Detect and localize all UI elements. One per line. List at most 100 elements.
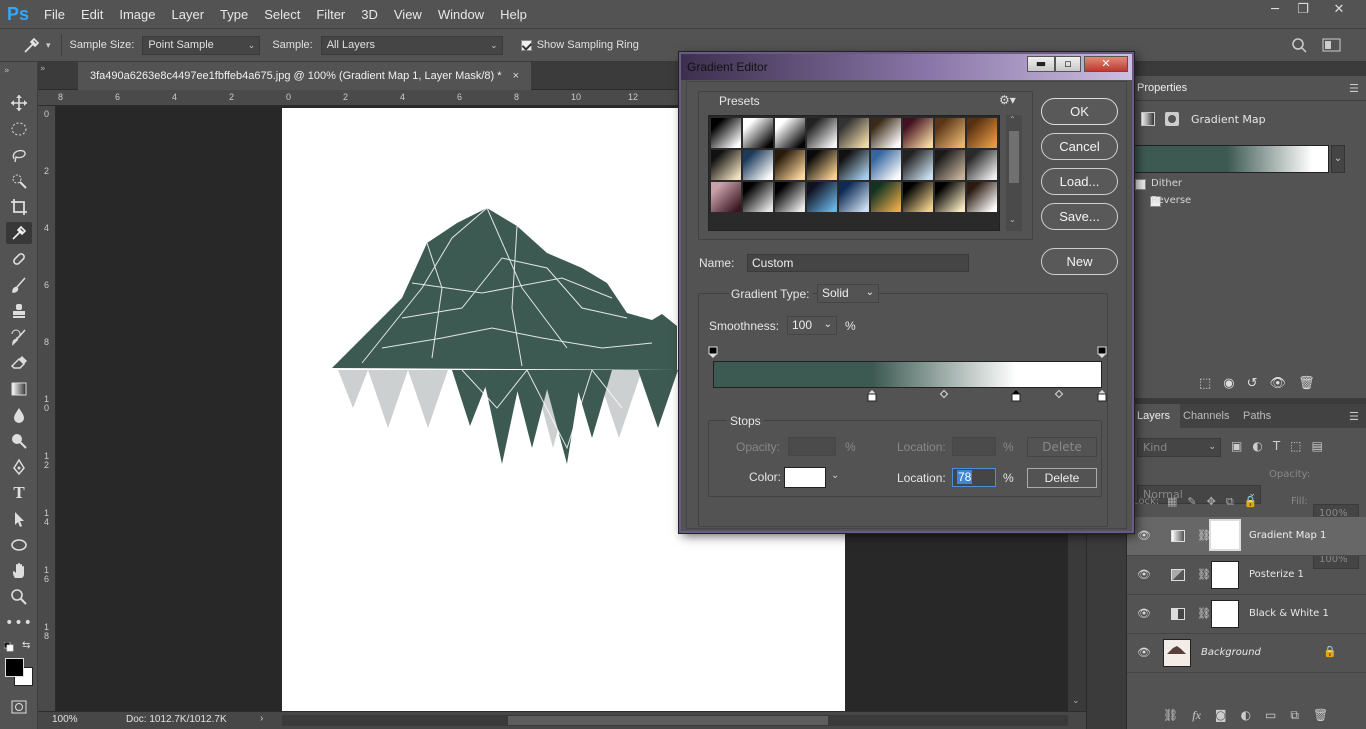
- view-previous-icon[interactable]: ◉: [1223, 376, 1234, 391]
- preset-swatch[interactable]: [743, 150, 773, 180]
- link-icon[interactable]: ⛓: [1197, 607, 1211, 620]
- color-delete-button[interactable]: Delete: [1027, 468, 1097, 488]
- load-button[interactable]: Load...: [1041, 168, 1118, 195]
- menu-layer[interactable]: Layer: [164, 7, 213, 22]
- menu-image[interactable]: Image: [111, 7, 163, 22]
- preset-swatch[interactable]: [711, 150, 741, 180]
- lock-position-icon[interactable]: ✥: [1207, 495, 1216, 509]
- scroll-down-arrow[interactable]: ⌄: [1072, 696, 1080, 706]
- smart-object-filter-icon[interactable]: ▤: [1312, 439, 1323, 453]
- workspace-icon[interactable]: [1322, 37, 1342, 53]
- type-tool-icon[interactable]: T: [6, 482, 32, 504]
- layer-row[interactable]: 👁 ⛓ Gradient Map 1: [1127, 517, 1366, 556]
- eye-icon[interactable]: 👁: [1137, 607, 1151, 620]
- preset-swatch[interactable]: [871, 150, 901, 180]
- layer-name[interactable]: Gradient Map 1: [1249, 530, 1326, 541]
- artboard-icon[interactable]: ⧉: [1226, 495, 1234, 509]
- color-swatch[interactable]: [784, 467, 826, 488]
- sample-select[interactable]: All Layers ⌄: [320, 35, 503, 55]
- dialog-maximize-button[interactable]: ▫: [1055, 56, 1081, 72]
- color-stop[interactable]: [1097, 389, 1107, 402]
- dialog-close-button[interactable]: ✕: [1084, 56, 1128, 72]
- preset-swatch[interactable]: [743, 118, 773, 148]
- default-colors-icon[interactable]: [3, 641, 14, 652]
- color-stop[interactable]: [867, 389, 877, 402]
- preset-swatch[interactable]: [871, 118, 901, 148]
- tab-channels[interactable]: Channels: [1173, 404, 1239, 428]
- fx-icon[interactable]: fx: [1192, 708, 1201, 723]
- horizontal-scrollbar[interactable]: [282, 715, 1068, 726]
- new-button[interactable]: New: [1041, 248, 1118, 275]
- preset-swatch[interactable]: [967, 150, 997, 180]
- shape-filter-icon[interactable]: ⬚: [1290, 439, 1301, 453]
- tab-close-icon[interactable]: ×: [513, 70, 519, 82]
- pixel-filter-icon[interactable]: ▣: [1231, 439, 1242, 453]
- gradient-tool-icon[interactable]: [6, 378, 32, 400]
- preset-swatch[interactable]: [903, 182, 933, 212]
- gradient-ramp[interactable]: [713, 361, 1102, 388]
- preset-swatch[interactable]: [807, 150, 837, 180]
- preset-swatch[interactable]: [967, 118, 997, 148]
- lock-all-icon[interactable]: 🔒: [1244, 495, 1258, 509]
- hand-tool-icon[interactable]: [6, 560, 32, 582]
- smoothness-field[interactable]: 100 ⌄: [787, 316, 837, 335]
- brush-tool-icon[interactable]: [6, 274, 32, 296]
- eyedropper-icon[interactable]: [22, 35, 44, 55]
- preset-swatch[interactable]: [775, 182, 805, 212]
- new-layer-icon[interactable]: ⧉: [1290, 708, 1299, 723]
- dodge-tool-icon[interactable]: [6, 430, 32, 452]
- ellipse-tool-icon[interactable]: [6, 534, 32, 556]
- link-icon[interactable]: ⛓: [1197, 568, 1211, 581]
- opacity-stop[interactable]: [708, 346, 718, 358]
- dialog-minimize-button[interactable]: ▬: [1027, 56, 1055, 72]
- move-tool-icon[interactable]: [6, 92, 32, 114]
- kind-filter-select[interactable]: Kind ⌄: [1137, 438, 1221, 457]
- panel-collapse-icon[interactable]: »: [4, 66, 10, 76]
- tool-preset-caret[interactable]: ▾: [46, 40, 51, 51]
- layer-row[interactable]: 👁 ⛓ Posterize 1: [1127, 556, 1366, 595]
- menu-window[interactable]: Window: [430, 7, 492, 22]
- foreground-color-swatch[interactable]: [5, 658, 24, 677]
- chevron-down-icon[interactable]: ⌄: [831, 470, 839, 481]
- scrollbar-thumb[interactable]: [508, 716, 828, 725]
- tab-paths[interactable]: Paths: [1233, 404, 1281, 428]
- menu-view[interactable]: View: [386, 7, 430, 22]
- eraser-tool-icon[interactable]: [6, 352, 32, 374]
- eye-icon[interactable]: 👁: [1137, 529, 1151, 542]
- preset-swatch[interactable]: [935, 182, 965, 212]
- gradient-preview[interactable]: [1133, 145, 1329, 173]
- history-brush-tool-icon[interactable]: [6, 326, 32, 348]
- preset-swatch[interactable]: [871, 182, 901, 212]
- gradient-type-select[interactable]: Solid ⌄: [817, 284, 879, 303]
- layer-row[interactable]: 👁 Background 🔒: [1127, 634, 1366, 673]
- preset-swatch[interactable]: [711, 118, 741, 148]
- name-input[interactable]: Custom: [747, 254, 969, 272]
- close-button[interactable]: ✕: [1322, 0, 1356, 20]
- menu-select[interactable]: Select: [256, 7, 308, 22]
- path-selection-tool-icon[interactable]: [6, 508, 32, 530]
- preset-swatch[interactable]: [839, 118, 869, 148]
- clone-stamp-tool-icon[interactable]: [6, 300, 32, 322]
- marquee-tool-icon[interactable]: [6, 118, 32, 140]
- menu-help[interactable]: Help: [492, 7, 535, 22]
- chevron-down-icon[interactable]: ⌄: [1331, 145, 1345, 173]
- preset-swatch[interactable]: [807, 118, 837, 148]
- tab-properties[interactable]: Properties: [1127, 76, 1198, 100]
- eyedropper-tool-icon[interactable]: [6, 222, 32, 244]
- color-location-input[interactable]: 78: [952, 468, 996, 487]
- dither-checkbox[interactable]: [1135, 179, 1146, 190]
- opacity-stop[interactable]: [1097, 346, 1107, 358]
- panel-collapse-icon[interactable]: »: [40, 64, 46, 74]
- preset-swatch[interactable]: [775, 150, 805, 180]
- lasso-tool-icon[interactable]: [6, 144, 32, 166]
- menu-edit[interactable]: Edit: [73, 7, 111, 22]
- trash-icon[interactable]: 🗑: [1313, 708, 1328, 723]
- gear-icon[interactable]: ⚙▾: [999, 93, 1016, 107]
- show-sampling-ring-checkbox[interactable]: [520, 39, 532, 51]
- link-layers-icon[interactable]: ⛓: [1163, 708, 1178, 723]
- layer-row[interactable]: 👁 ⛓ Black & White 1: [1127, 595, 1366, 634]
- eye-icon[interactable]: 👁: [1137, 568, 1151, 581]
- layer-name[interactable]: Background: [1201, 647, 1261, 658]
- menu-3d[interactable]: 3D: [353, 7, 386, 22]
- presets-scrollbar[interactable]: ⌃ ⌄: [1006, 115, 1022, 231]
